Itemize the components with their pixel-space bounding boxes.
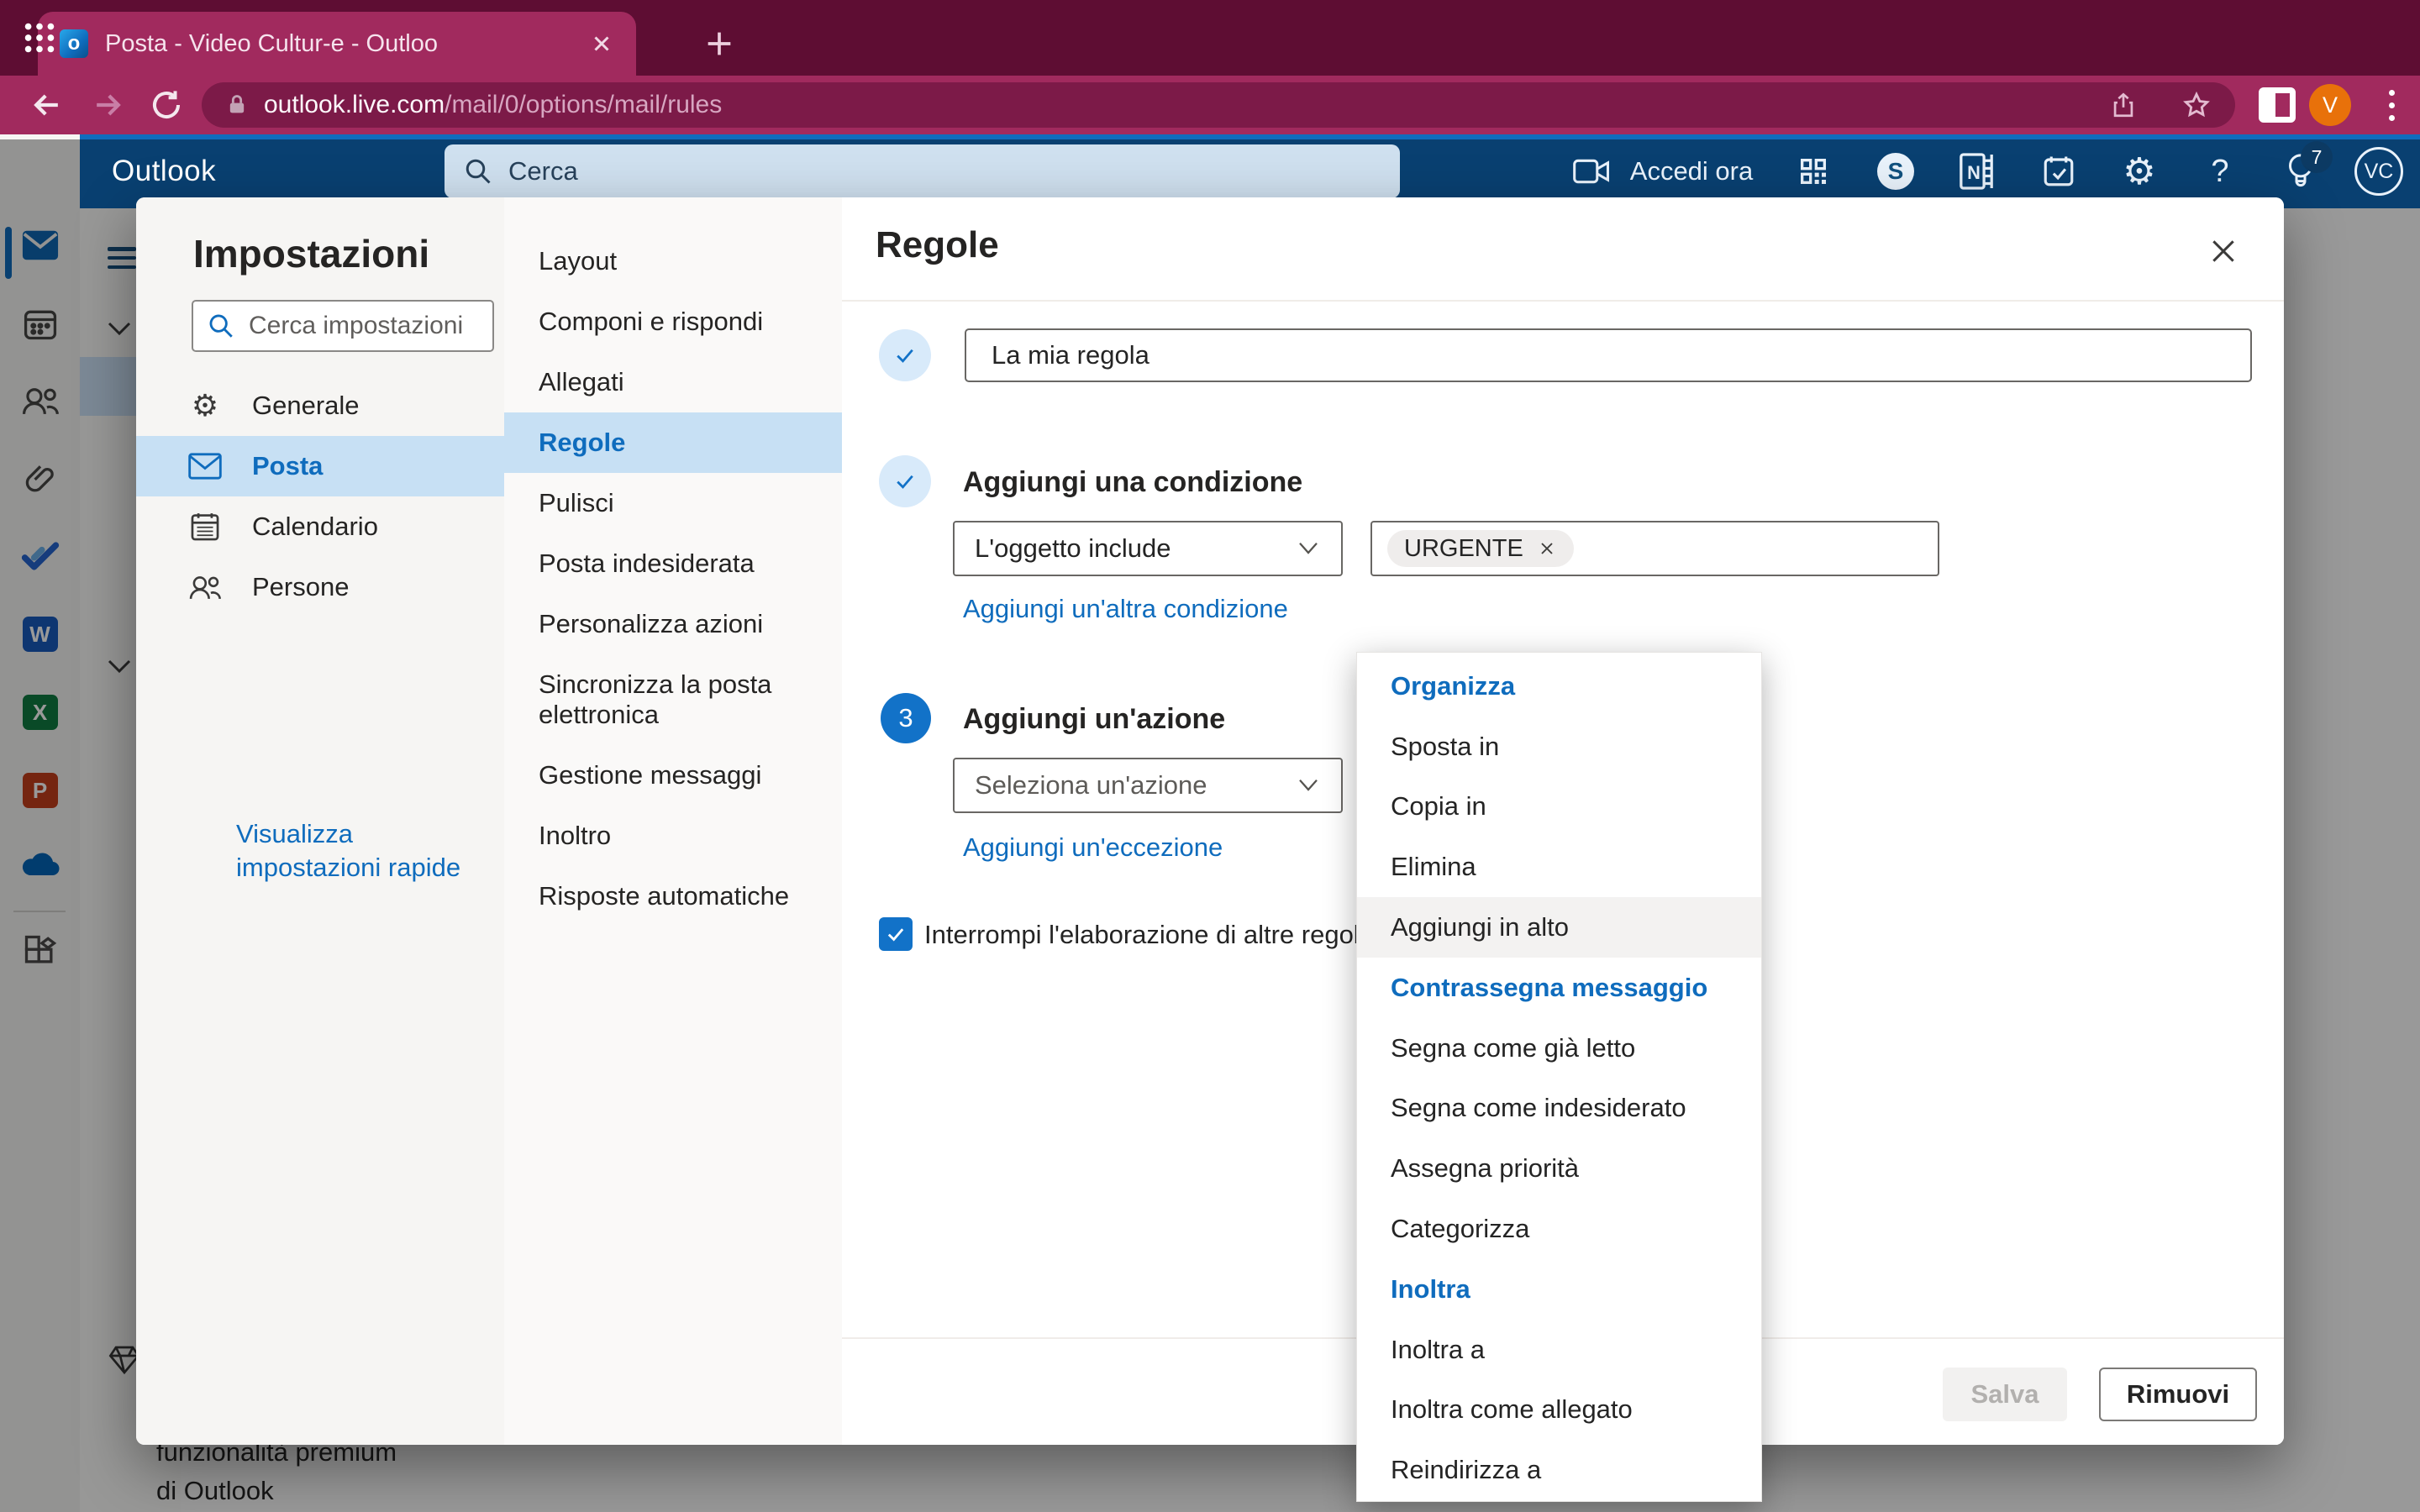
subnav-pulisci[interactable]: Pulisci	[504, 473, 842, 533]
subnav-gestione-messaggi[interactable]: Gestione messaggi	[504, 745, 842, 806]
action-heading: Aggiungi un'azione	[963, 703, 1225, 736]
menu-item-categorizza[interactable]: Categorizza	[1357, 1199, 1761, 1259]
condition-select[interactable]: L'oggetto include	[953, 521, 1343, 576]
browser-profile-avatar[interactable]: V	[2309, 84, 2351, 126]
close-icon[interactable]	[2203, 231, 2244, 271]
sidebar-item-posta[interactable]: Posta	[136, 436, 504, 496]
browser-tab[interactable]: o Posta - Video Cultur-e - Outloo	[38, 12, 636, 76]
settings-sidebar: Impostazioni Cerca impostazioni ⚙ Genera…	[136, 197, 504, 1445]
step3-circle: 3	[881, 693, 931, 743]
step2-check-circle	[879, 455, 931, 507]
menu-item-segna-indesiderato[interactable]: Segna come indesiderato	[1357, 1079, 1761, 1139]
menu-item-inoltra-a[interactable]: Inoltra a	[1357, 1320, 1761, 1380]
lock-icon	[225, 92, 249, 118]
people-icon	[187, 572, 224, 602]
browser-menu-icon[interactable]	[2383, 84, 2400, 126]
settings-search-placeholder: Cerca impostazioni	[249, 312, 463, 340]
outlook-search-placeholder: Cerca	[508, 156, 578, 186]
settings-title: Impostazioni	[193, 231, 429, 276]
menu-item-reindirizza-a[interactable]: Reindirizza a	[1357, 1440, 1761, 1500]
tab-close-icon[interactable]	[589, 31, 614, 56]
quick-settings-link[interactable]: Visualizza impostazioni rapide	[236, 817, 460, 885]
account-avatar[interactable]: VC	[2349, 134, 2408, 208]
menu-item-segna-letto[interactable]: Segna come già letto	[1357, 1018, 1761, 1079]
url-bar[interactable]: outlook.live.com/mail/0/options/mail/rul…	[202, 82, 2235, 128]
app-launcher-icon[interactable]	[15, 13, 64, 62]
menu-group-contrassegna: Contrassegna messaggio	[1357, 958, 1761, 1018]
calendar-icon	[187, 511, 224, 543]
menu-item-sposta-in[interactable]: Sposta in	[1357, 717, 1761, 777]
menu-group-inoltra: Inoltra	[1357, 1259, 1761, 1320]
subnav-layout[interactable]: Layout	[504, 231, 842, 291]
search-icon	[207, 312, 235, 340]
stop-processing-checkbox[interactable]	[879, 917, 913, 951]
chip-remove-icon[interactable]	[1537, 538, 1557, 559]
subnav-componi[interactable]: Componi e rispondi	[504, 291, 842, 352]
subnav-sincronizza[interactable]: Sincronizza la posta elettronica	[504, 654, 842, 745]
settings-modal: Impostazioni Cerca impostazioni ⚙ Genera…	[136, 197, 2284, 1445]
chevron-down-icon	[1296, 776, 1321, 795]
check-icon	[884, 922, 908, 946]
check-icon	[892, 469, 918, 494]
action-dropdown-menu: Organizza Sposta in Copia in Elimina Agg…	[1356, 652, 1762, 1502]
menu-item-copia-in[interactable]: Copia in	[1357, 777, 1761, 837]
svg-text:N: N	[1967, 162, 1981, 183]
menu-item-inoltra-allegato[interactable]: Inoltra come allegato	[1357, 1380, 1761, 1441]
menu-group-organizza: Organizza	[1357, 656, 1761, 717]
screen: o Posta - Video Cultur-e - Outloo outloo…	[0, 0, 2420, 1512]
browser-tab-bar: o Posta - Video Cultur-e - Outloo	[0, 0, 2420, 76]
mail-icon	[187, 453, 224, 480]
add-condition-link[interactable]: Aggiungi un'altra condizione	[963, 594, 1288, 624]
outlook-favicon: o	[60, 29, 88, 58]
share-icon[interactable]	[2109, 90, 2138, 120]
url-host: outlook.live.com	[264, 91, 445, 119]
notification-badge: 7	[2301, 141, 2333, 173]
condition-chip[interactable]: URGENTE	[1387, 530, 1574, 567]
subnav-regole[interactable]: Regole	[504, 412, 842, 473]
gear-icon: ⚙	[187, 388, 224, 423]
stop-processing-label: Interrompi l'elaborazione di altre regol…	[924, 920, 1374, 950]
rule-name-input[interactable]: La mia regola	[965, 328, 2252, 382]
menu-item-aggiungi-in-alto[interactable]: Aggiungi in alto	[1357, 897, 1761, 958]
menu-item-elimina[interactable]: Elimina	[1357, 837, 1761, 897]
chevron-down-icon	[1296, 539, 1321, 558]
side-panel-icon[interactable]	[2259, 87, 2296, 123]
subnav-allegati[interactable]: Allegati	[504, 352, 842, 412]
search-icon	[463, 156, 493, 186]
subnav-inoltro[interactable]: Inoltro	[504, 806, 842, 866]
bookmark-star-icon[interactable]	[2181, 90, 2212, 120]
condition-value-box[interactable]: URGENTE	[1370, 521, 1939, 576]
save-button[interactable]: Salva	[1943, 1368, 2067, 1421]
add-exception-link[interactable]: Aggiungi un'eccezione	[963, 832, 1223, 863]
new-tab-button[interactable]	[697, 22, 741, 66]
rules-title: Regole	[876, 224, 999, 266]
title-divider	[842, 300, 2284, 302]
sidebar-item-persone[interactable]: Persone	[136, 557, 504, 617]
condition-heading: Aggiungi una condizione	[963, 466, 1302, 499]
subnav-risposte-automatiche[interactable]: Risposte automatiche	[504, 866, 842, 927]
url-path: /mail/0/options/mail/rules	[445, 91, 722, 119]
subnav-posta-indesiderata[interactable]: Posta indesiderata	[504, 533, 842, 594]
reload-button[interactable]	[143, 81, 190, 129]
sidebar-item-calendario[interactable]: Calendario	[136, 496, 504, 557]
mail-settings-subnav: Layout Componi e rispondi Allegati Regol…	[504, 197, 842, 1445]
outlook-search-bar[interactable]: Cerca	[445, 144, 1400, 198]
step1-check-circle	[879, 329, 931, 381]
action-select[interactable]: Seleziona un'azione	[953, 758, 1343, 813]
settings-search-box[interactable]: Cerca impostazioni	[192, 300, 494, 352]
menu-item-assegna-priorita[interactable]: Assegna priorità	[1357, 1138, 1761, 1199]
remove-button[interactable]: Rimuovi	[2099, 1368, 2257, 1421]
back-button[interactable]	[24, 81, 71, 129]
forward-button[interactable]	[84, 81, 131, 129]
check-icon	[892, 343, 918, 368]
subnav-personalizza-azioni[interactable]: Personalizza azioni	[504, 594, 842, 654]
tab-title: Posta - Video Cultur-e - Outloo	[105, 30, 572, 58]
sidebar-item-generale[interactable]: ⚙ Generale	[136, 375, 504, 436]
